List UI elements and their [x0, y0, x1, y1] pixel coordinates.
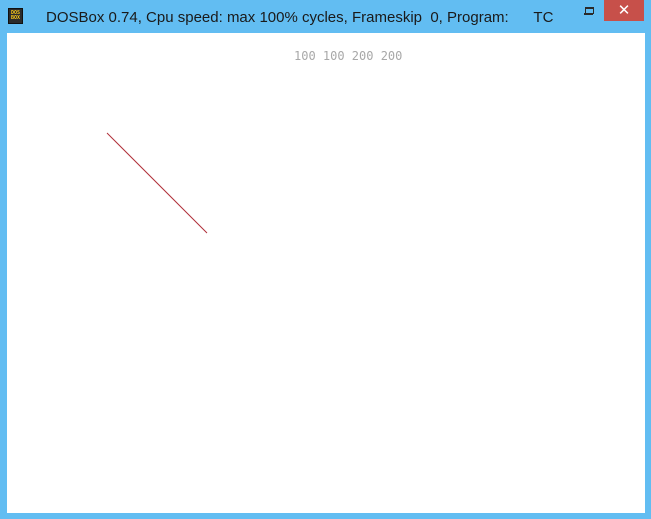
app-icon-line2: BOX: [10, 15, 21, 21]
close-icon: ✕: [617, 1, 631, 19]
dos-screen[interactable]: 100 100 200 200: [7, 33, 645, 513]
drawn-line: [106, 132, 208, 234]
close-button[interactable]: ✕: [604, 0, 644, 21]
maximize-icon: [584, 7, 594, 14]
dosbox-window: DOS BOX DOSBox 0.74, Cpu speed: max 100%…: [0, 0, 651, 519]
dosbox-icon[interactable]: DOS BOX: [8, 8, 23, 24]
window-title: DOSBox 0.74, Cpu speed: max 100% cycles,…: [46, 9, 554, 26]
title-bar[interactable]: DOS BOX DOSBox 0.74, Cpu speed: max 100%…: [0, 0, 651, 33]
graphics-canvas: [106, 132, 208, 234]
program-output-text: 100 100 200 200: [294, 49, 403, 63]
maximize-button[interactable]: [578, 0, 600, 21]
